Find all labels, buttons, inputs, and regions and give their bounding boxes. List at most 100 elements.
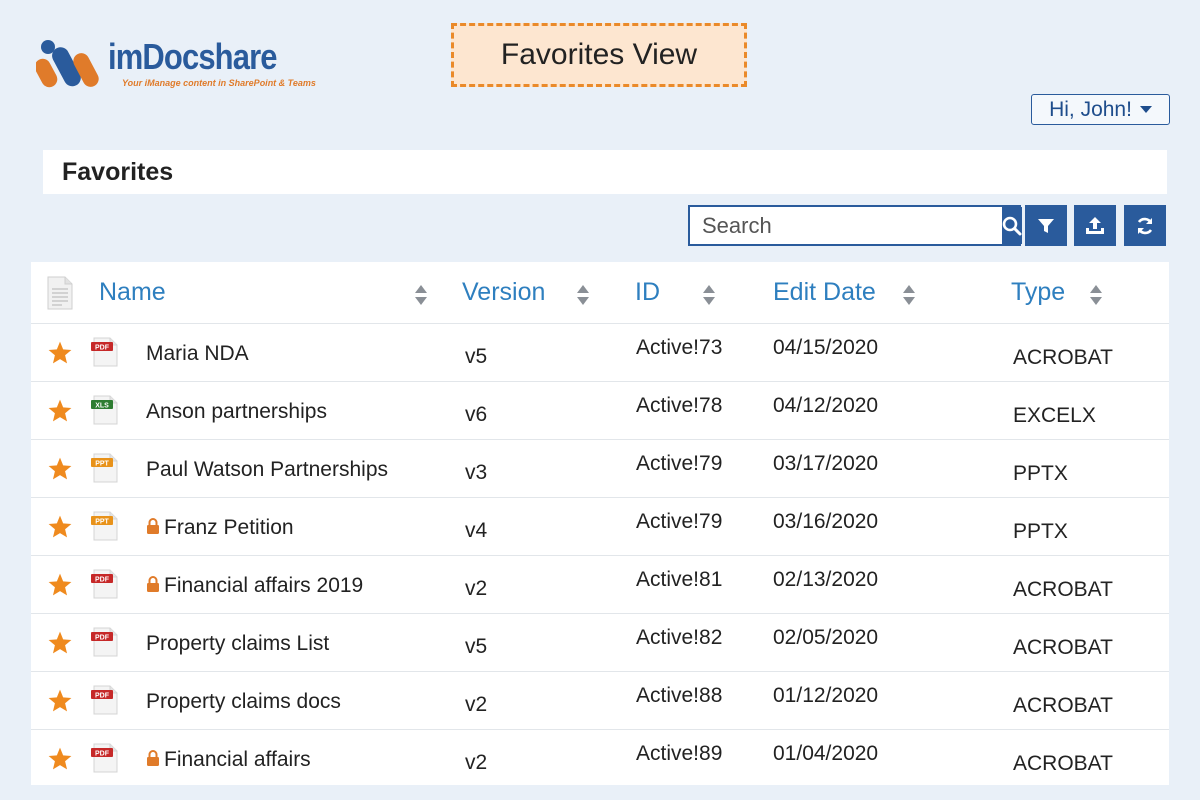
table-body: PDF Maria NDA v5 Active!73 04/15/2020 ACROBAT… xyxy=(31,324,1169,787)
document-edit-date: 02/13/2020 xyxy=(773,568,879,591)
favorite-star-icon[interactable] xyxy=(47,688,73,714)
document-id: Active!79 xyxy=(636,452,723,475)
document-name-text: Maria NDA xyxy=(146,342,249,365)
sort-icon[interactable] xyxy=(414,284,428,306)
document-name[interactable]: Financial affairs xyxy=(146,748,311,772)
document-name[interactable]: Property claims List xyxy=(146,632,329,656)
document-type: PPTX xyxy=(1013,462,1068,485)
table-row[interactable]: XLS Anson partnerships v6 Active!78 04/12/20… xyxy=(31,382,1169,440)
document-type: PPTX xyxy=(1013,520,1068,543)
upload-button[interactable] xyxy=(1074,205,1116,246)
document-name[interactable]: Maria NDA xyxy=(146,342,249,366)
document-name-text: Financial affairs 2019 xyxy=(164,574,364,597)
sort-icon[interactable] xyxy=(576,284,590,306)
pdf-file-icon: PDF xyxy=(91,569,118,599)
document-version: v2 xyxy=(465,751,488,774)
logo-wordmark: imDocshare xyxy=(108,36,278,77)
pdf-file-icon: PDF xyxy=(91,627,118,657)
table-row[interactable]: PDF Financial affairs v2 Active!89 01/04/202… xyxy=(31,730,1169,787)
document-id: Active!73 xyxy=(636,336,723,359)
document-version: v5 xyxy=(465,635,488,658)
favorite-star-icon[interactable] xyxy=(47,398,73,424)
file-type-label: XLS xyxy=(95,402,109,409)
ppt-file-icon: PPT xyxy=(91,511,118,541)
search-icon xyxy=(1002,216,1022,235)
document-version: v6 xyxy=(465,403,488,426)
favorite-star-icon[interactable] xyxy=(47,572,73,598)
filter-button[interactable] xyxy=(1025,205,1067,246)
document-edit-date: 04/12/2020 xyxy=(773,394,879,417)
document-id: Active!88 xyxy=(636,684,723,707)
sort-icon[interactable] xyxy=(902,284,916,306)
view-label: Favorites View xyxy=(451,23,747,87)
document-name[interactable]: Anson partnerships xyxy=(146,400,327,424)
column-header-name[interactable]: Name xyxy=(99,262,166,323)
favorite-star-icon[interactable] xyxy=(47,514,73,540)
document-name-text: Anson partnerships xyxy=(146,400,327,423)
document-name[interactable]: Property claims docs xyxy=(146,690,341,714)
document-name[interactable]: Financial affairs 2019 xyxy=(146,574,363,598)
favorite-star-icon[interactable] xyxy=(47,630,73,656)
column-header-version[interactable]: Version xyxy=(462,262,545,323)
favorite-star-icon[interactable] xyxy=(47,340,73,366)
document-version: v4 xyxy=(465,519,488,542)
favorite-star-icon[interactable] xyxy=(47,456,73,482)
pdf-file-icon: PDF xyxy=(91,743,118,773)
user-menu-button[interactable]: Hi, John! xyxy=(1031,94,1170,125)
sort-icon[interactable] xyxy=(1089,284,1103,306)
document-name-text: Financial affairs xyxy=(164,748,311,771)
search-box xyxy=(688,205,1022,246)
search-button[interactable] xyxy=(1002,207,1022,244)
table-row[interactable]: PDF Property claims List v5 Active!82 02/05/… xyxy=(31,614,1169,672)
document-id: Active!81 xyxy=(636,568,723,591)
table-row[interactable]: PDF Maria NDA v5 Active!73 04/15/2020 ACROBAT xyxy=(31,324,1169,382)
document-name-text: Property claims List xyxy=(146,632,330,655)
file-type-label: PDF xyxy=(95,692,110,699)
lock-icon xyxy=(147,750,159,767)
document-edit-date: 03/16/2020 xyxy=(773,510,879,533)
document-version: v2 xyxy=(465,577,488,600)
table-row[interactable]: PPT Paul Watson Partnerships v3 Active!79 03… xyxy=(31,440,1169,498)
file-type-label: PDF xyxy=(95,750,110,757)
upload-icon xyxy=(1086,216,1104,234)
file-type-label: PDF xyxy=(95,344,110,351)
favorite-star-icon[interactable] xyxy=(47,746,73,772)
document-edit-date: 02/05/2020 xyxy=(773,626,879,649)
document-name[interactable]: Franz Petition xyxy=(146,516,294,540)
document-type: ACROBAT xyxy=(1013,578,1113,601)
xls-file-icon: XLS xyxy=(91,395,118,425)
file-type-label: PDF xyxy=(95,576,110,583)
favorites-table: Name Version ID Edit Date Type PDF Maria … xyxy=(31,262,1169,785)
table-row[interactable]: PDF Financial affairs 2019 v2 Active!81 02/1… xyxy=(31,556,1169,614)
document-type: ACROBAT xyxy=(1013,752,1113,775)
document-name[interactable]: Paul Watson Partnerships xyxy=(146,458,388,482)
document-version: v3 xyxy=(465,461,488,484)
search-input[interactable] xyxy=(690,207,1002,244)
sort-icon[interactable] xyxy=(702,284,716,306)
document-id: Active!89 xyxy=(636,742,723,765)
file-type-label: PPT xyxy=(95,518,109,525)
column-header-edit-date[interactable]: Edit Date xyxy=(773,262,876,323)
table-row[interactable]: PDF Property claims docs v2 Active!88 01/12/… xyxy=(31,672,1169,730)
table-header: Name Version ID Edit Date Type xyxy=(31,262,1169,324)
file-type-label: PPT xyxy=(95,460,109,467)
document-id: Active!82 xyxy=(636,626,723,649)
document-id: Active!79 xyxy=(636,510,723,533)
document-edit-date: 01/04/2020 xyxy=(773,742,879,765)
page-title: Favorites xyxy=(43,150,1167,194)
document-edit-date: 04/15/2020 xyxy=(773,336,879,359)
user-greeting: Hi, John! xyxy=(1049,97,1132,121)
table-row[interactable]: PPT Franz Petition v4 Active!79 03/16/2020 PP… xyxy=(31,498,1169,556)
lock-icon xyxy=(147,576,159,593)
column-header-type[interactable]: Type xyxy=(1011,262,1065,323)
refresh-button[interactable] xyxy=(1124,205,1166,246)
column-header-id[interactable]: ID xyxy=(635,262,660,323)
document-version: v5 xyxy=(465,345,488,368)
document-name-text: Property claims docs xyxy=(146,690,341,713)
document-name-text: Paul Watson Partnerships xyxy=(146,458,389,481)
logo-mark-icon xyxy=(36,40,99,88)
filter-icon xyxy=(1038,218,1054,233)
caret-down-icon xyxy=(1139,106,1152,113)
document-type: ACROBAT xyxy=(1013,636,1113,659)
document-type: ACROBAT xyxy=(1013,346,1113,369)
